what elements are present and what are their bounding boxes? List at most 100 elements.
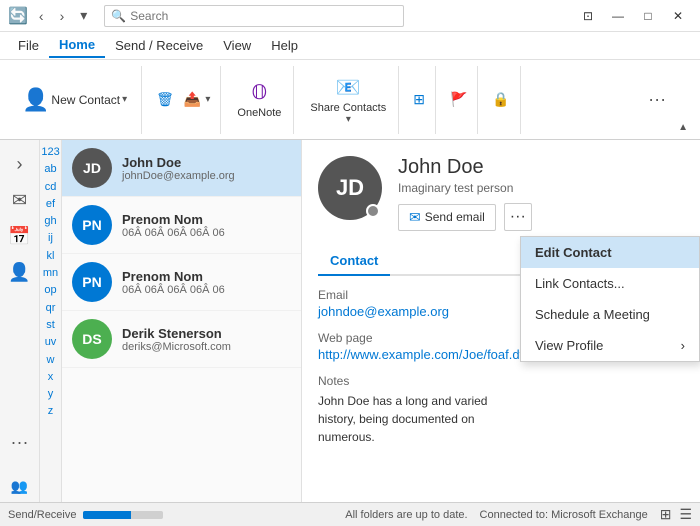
sidebar-icons: › ✉ 📅 👤 ··· 👥	[0, 140, 40, 502]
view-grid-button[interactable]: ⊞	[409, 89, 429, 110]
flag-button[interactable]: 🚩	[446, 89, 471, 110]
alpha-w[interactable]: w	[45, 352, 57, 368]
menu-view[interactable]: View	[213, 34, 261, 57]
minimize-button[interactable]: —	[604, 5, 632, 27]
status-icons: ⊞ ☰	[660, 506, 692, 523]
contact-list: JD John Doe johnDoe@example.org PN Preno…	[62, 140, 302, 502]
alpha-ab[interactable]: ab	[42, 161, 58, 177]
maximize-button[interactable]: □	[634, 5, 662, 27]
contact-item-derik-stenerson[interactable]: DS Derik Stenerson deriks@Microsoft.com	[62, 311, 301, 368]
web-label: Web page	[318, 331, 523, 345]
web-value[interactable]: http://www.example.com/Joe/foaf.df	[318, 347, 523, 362]
avatar-derik-stenerson: DS	[72, 319, 112, 359]
sidebar-people-icon[interactable]: 👥	[4, 470, 36, 502]
alpha-cd[interactable]: cd	[43, 179, 59, 195]
ribbon-group-lock: 🔒	[482, 66, 520, 134]
close-button[interactable]: ✕	[664, 5, 692, 27]
alpha-st[interactable]: st	[44, 317, 57, 333]
email-value[interactable]: johndoe@example.org	[318, 304, 523, 319]
email-field: Email johndoe@example.org	[318, 288, 523, 319]
search-input[interactable]	[130, 9, 397, 23]
contact-name-john-doe: John Doe	[122, 155, 291, 170]
alpha-kl[interactable]: kl	[45, 248, 57, 264]
ribbon-group-view: ⊞	[403, 66, 436, 134]
progress-fill	[83, 511, 131, 519]
tab-contact[interactable]: Contact	[318, 247, 390, 276]
avatar-prenom-nom-1: PN	[72, 205, 112, 245]
notes-section: Notes John Doe has a long and varied his…	[318, 374, 523, 446]
alpha-qr[interactable]: qr	[44, 300, 58, 316]
menu-home[interactable]: Home	[49, 33, 105, 58]
sidebar-mail-icon[interactable]: ✉	[4, 184, 36, 216]
onenote-button[interactable]: 𝕆 OneNote	[231, 76, 287, 123]
delete-icon: 🗑	[156, 91, 174, 108]
move-icon: 📤	[184, 91, 201, 108]
contact-item-prenom-nom-1[interactable]: PN Prenom Nom 06Â 06Â 06Â 06Â 06	[62, 197, 301, 254]
menu-send-receive[interactable]: Send / Receive	[105, 34, 213, 57]
search-box[interactable]: 🔍	[104, 5, 404, 27]
ribbon: 👤 New Contact ▾ 🗑 📤 ▾ 𝕆 OneNote 📧 Share …	[0, 60, 700, 140]
ribbon-group-share: 📧 Share Contacts ▾	[298, 66, 399, 134]
menu-help[interactable]: Help	[261, 34, 308, 57]
alpha-index: 123 ab cd ef gh ij kl mn op qr st uv w x…	[40, 140, 62, 502]
tile-button[interactable]: ⊡	[574, 5, 602, 27]
avatar-john-doe: JD	[72, 148, 112, 188]
detail-contact-name: John Doe	[398, 156, 684, 179]
ribbon-more-button[interactable]: ···	[644, 85, 670, 114]
view-grid-status-icon[interactable]: ⊞	[660, 506, 672, 523]
send-email-icon: ✉	[409, 209, 421, 226]
menu-item-view-profile[interactable]: View Profile ›	[521, 330, 699, 361]
move-button[interactable]: 📤 ▾	[180, 89, 214, 110]
alpha-z[interactable]: z	[46, 403, 56, 419]
back-button[interactable]: ‹	[34, 6, 49, 26]
sidebar-calendar-icon[interactable]: 📅	[4, 220, 36, 252]
new-contact-label: New Contact	[51, 93, 120, 107]
onenote-label: OneNote	[237, 107, 281, 119]
sidebar-expand-icon[interactable]: ›	[4, 148, 36, 180]
alpha-mn[interactable]: mn	[41, 265, 60, 281]
contact-info-prenom-nom-1: Prenom Nom 06Â 06Â 06Â 06Â 06	[122, 212, 291, 239]
lock-button[interactable]: 🔒	[488, 89, 513, 110]
menu-item-edit-contact[interactable]: Edit Contact	[521, 237, 699, 268]
more-actions-button[interactable]: ···	[504, 203, 532, 231]
alpha-op[interactable]: op	[42, 282, 58, 298]
share-dropdown-arrow: ▾	[346, 114, 351, 125]
dropdown-menu: Edit Contact Link Contacts... Schedule a…	[520, 236, 700, 362]
sidebar-contacts-icon[interactable]: 👤	[4, 256, 36, 288]
contact-name-prenom-nom-2: Prenom Nom	[122, 269, 291, 284]
more-nav-button[interactable]: ▾	[75, 5, 92, 26]
menu-file[interactable]: File	[8, 34, 49, 57]
new-contact-icon: 👤	[22, 87, 49, 113]
ribbon-expand-button[interactable]: ▲	[674, 120, 692, 135]
alpha-uv[interactable]: uv	[43, 334, 59, 350]
progress-bar	[83, 511, 163, 519]
contact-item-prenom-nom-2[interactable]: PN Prenom Nom 06Â 06Â 06Â 06Â 06	[62, 254, 301, 311]
share-contacts-button[interactable]: 📧 Share Contacts ▾	[304, 71, 392, 129]
alpha-y[interactable]: y	[46, 386, 56, 402]
contact-info-derik-stenerson: Derik Stenerson deriks@Microsoft.com	[122, 326, 291, 353]
main-layout: › ✉ 📅 👤 ··· 👥 123 ab cd ef gh ij kl mn o…	[0, 140, 700, 502]
forward-button[interactable]: ›	[55, 6, 70, 26]
menu-item-link-contacts[interactable]: Link Contacts...	[521, 268, 699, 299]
sidebar-more-icon[interactable]: ···	[4, 426, 36, 458]
notes-value: John Doe has a long and varied history, …	[318, 392, 523, 446]
view-profile-label: View Profile	[535, 338, 603, 353]
alpha-123[interactable]: 123	[40, 144, 62, 160]
search-icon: 🔍	[111, 9, 126, 23]
alpha-gh[interactable]: gh	[42, 213, 58, 229]
view-list-status-icon[interactable]: ☰	[679, 506, 692, 523]
delete-button[interactable]: 🗑	[152, 89, 178, 110]
send-email-button[interactable]: ✉ Send email	[398, 204, 496, 231]
ribbon-group-flag: 🚩	[440, 66, 478, 134]
menu-item-schedule-meeting[interactable]: Schedule a Meeting	[521, 299, 699, 330]
alpha-ij[interactable]: ij	[46, 230, 55, 246]
ribbon-group-actions: 🗑 📤 ▾	[146, 66, 221, 134]
contact-email-john-doe: johnDoe@example.org	[122, 170, 291, 182]
alpha-ef[interactable]: ef	[44, 196, 57, 212]
share-contacts-icon: 📧	[336, 75, 361, 100]
new-contact-button[interactable]: 👤 New Contact ▾	[14, 83, 135, 117]
contact-email-prenom-nom-2: 06Â 06Â 06Â 06Â 06	[122, 284, 291, 296]
alpha-x[interactable]: x	[46, 369, 56, 385]
contact-item-john-doe[interactable]: JD John Doe johnDoe@example.org	[62, 140, 301, 197]
web-field: Web page http://www.example.com/Joe/foaf…	[318, 331, 523, 362]
